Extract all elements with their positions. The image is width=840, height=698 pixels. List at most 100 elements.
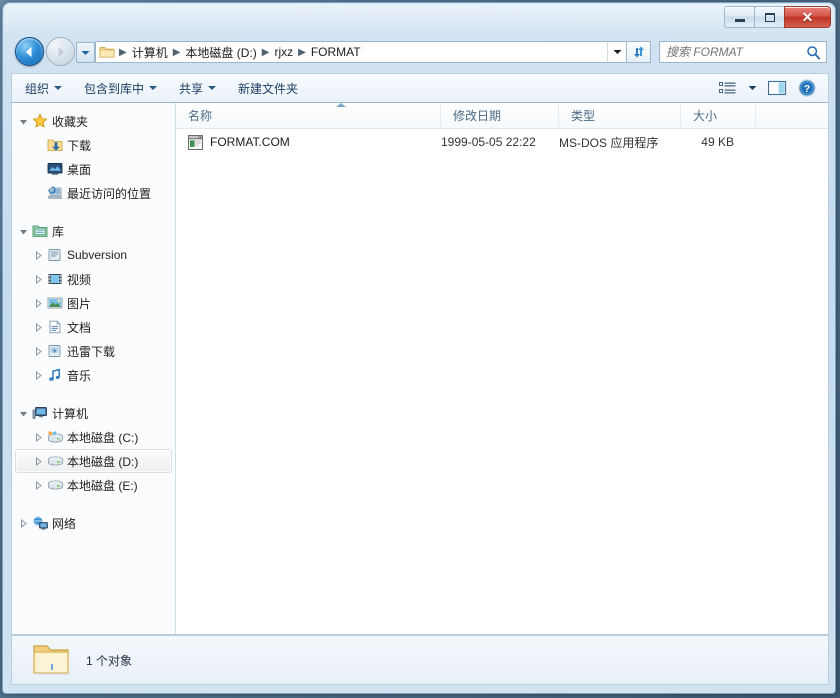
preview-pane-button[interactable] xyxy=(762,76,792,100)
toolbar-share-button[interactable]: 共享 xyxy=(170,76,225,100)
sidebar-item-thunder-download[interactable]: 迅雷下载 xyxy=(15,339,172,363)
toolbar-right-group: ? xyxy=(712,76,828,100)
breadcrumb-item-rjxz[interactable]: rjxz xyxy=(271,44,296,60)
collapse-triangle-icon[interactable] xyxy=(16,117,31,126)
sidebar-item-drive-d[interactable]: 本地磁盘 (D:) xyxy=(15,449,172,473)
breadcrumb-item-format[interactable]: FORMAT xyxy=(308,44,364,60)
file-size-cell: 49 KB xyxy=(701,135,734,149)
column-header-row: 名称 修改日期 类型 大小 xyxy=(176,103,828,129)
file-name-cell[interactable]: FORMAT.COM xyxy=(176,134,441,150)
folder-icon xyxy=(32,642,72,678)
system-drive-icon xyxy=(46,430,64,444)
back-arrow-icon xyxy=(26,46,32,57)
sidebar-item-subversion[interactable]: Subversion xyxy=(15,243,172,267)
toolbar-item-label: 共享 xyxy=(179,81,204,96)
help-icon: ? xyxy=(798,79,816,97)
downloads-icon xyxy=(46,138,64,153)
content-area: 收藏夹 下载 桌面 最近访问的位置 库 Subversion 视频 图片 文档 … xyxy=(11,103,829,635)
address-history-dropdown[interactable] xyxy=(607,41,627,63)
expand-triangle-icon[interactable] xyxy=(31,250,46,260)
address-bar[interactable]: ▶ 计算机 ▶ 本地磁盘 (D:) ▶ rjxz ▶ FORMAT xyxy=(95,41,607,63)
close-button[interactable]: ✕ xyxy=(784,6,831,28)
sidebar-item-label: 本地磁盘 (E:) xyxy=(67,478,138,493)
collapse-triangle-icon[interactable] xyxy=(16,409,31,418)
breadcrumb-separator: ▶ xyxy=(119,46,127,58)
table-row[interactable]: FORMAT.COM 1999-05-05 22:22 MS-DOS 应用程序 … xyxy=(176,129,828,155)
chevron-down-icon xyxy=(613,50,621,54)
sort-ascending-icon xyxy=(336,103,346,107)
recent-places-icon xyxy=(46,186,64,200)
sidebar-group-favorites[interactable]: 收藏夹 xyxy=(15,109,172,133)
view-options-button[interactable] xyxy=(712,76,742,100)
computer-icon xyxy=(31,406,49,420)
folder-icon xyxy=(99,45,115,59)
library-icon xyxy=(31,224,49,238)
expand-triangle-icon[interactable] xyxy=(31,432,46,442)
maximize-icon xyxy=(764,12,775,22)
sidebar-item-desktop[interactable]: 桌面 xyxy=(15,157,172,181)
toolbar-include-in-library-button[interactable]: 包含到库中 xyxy=(75,76,166,100)
column-header-label: 类型 xyxy=(571,109,596,123)
sidebar-group-computer[interactable]: 计算机 xyxy=(15,401,172,425)
sidebar-item-label: 最近访问的位置 xyxy=(67,186,152,201)
expand-triangle-icon[interactable] xyxy=(31,456,46,466)
breadcrumb-separator: ▶ xyxy=(261,46,270,58)
sidebar-item-videos[interactable]: 视频 xyxy=(15,267,172,291)
sidebar-item-label: 本地磁盘 (C:) xyxy=(67,430,139,445)
column-header-type[interactable]: 类型 xyxy=(559,103,681,128)
file-list-pane[interactable]: 名称 修改日期 类型 大小 FORMAT.COM 1999-05-05 22:2… xyxy=(176,103,828,634)
recent-pages-dropdown[interactable] xyxy=(76,42,95,63)
sidebar-item-downloads[interactable]: 下载 xyxy=(15,133,172,157)
help-button[interactable]: ? xyxy=(792,76,822,100)
collapse-triangle-icon[interactable] xyxy=(16,227,31,236)
view-options-dropdown[interactable] xyxy=(742,76,762,100)
sidebar-item-drive-e[interactable]: 本地磁盘 (E:) xyxy=(15,473,172,497)
status-bar: 1 个对象 xyxy=(11,635,829,685)
search-input[interactable] xyxy=(666,45,804,59)
sidebar-item-drive-c[interactable]: 本地磁盘 (C:) xyxy=(15,425,172,449)
chevron-down-icon xyxy=(54,86,63,90)
expand-triangle-icon[interactable] xyxy=(31,298,46,308)
column-header-label: 修改日期 xyxy=(453,109,502,123)
sidebar-item-label: 音乐 xyxy=(67,368,92,383)
expand-triangle-icon[interactable] xyxy=(16,518,31,528)
search-icon[interactable] xyxy=(806,45,821,60)
sidebar-group-network[interactable]: 网络 xyxy=(15,511,172,535)
toolbar-new-folder-button[interactable]: 新建文件夹 xyxy=(229,76,307,100)
sidebar-item-pictures[interactable]: 图片 xyxy=(15,291,172,315)
svg-text:?: ? xyxy=(804,83,810,95)
minimize-button[interactable] xyxy=(724,6,755,28)
expand-triangle-icon[interactable] xyxy=(31,370,46,380)
expand-triangle-icon[interactable] xyxy=(31,346,46,356)
breadcrumb-item-computer[interactable]: 计算机 xyxy=(129,43,171,62)
sidebar-item-recent-places[interactable]: 最近访问的位置 xyxy=(15,181,172,205)
sidebar-item-label: 本地磁盘 (D:) xyxy=(67,454,139,469)
navigation-pane[interactable]: 收藏夹 下载 桌面 最近访问的位置 库 Subversion 视频 图片 文档 … xyxy=(12,103,176,634)
column-header-date-modified[interactable]: 修改日期 xyxy=(441,103,559,128)
expand-triangle-icon[interactable] xyxy=(31,480,46,490)
column-header-size[interactable]: 大小 xyxy=(681,103,756,128)
breadcrumb-item-drive-d[interactable]: 本地磁盘 (D:) xyxy=(182,43,259,62)
toolbar-organize-button[interactable]: 组织 xyxy=(16,76,71,100)
maximize-button[interactable] xyxy=(754,6,785,28)
command-toolbar: 组织 包含到库中 共享 新建文件夹 ? xyxy=(11,73,829,103)
expand-triangle-icon[interactable] xyxy=(31,274,46,284)
sidebar-group-libraries[interactable]: 库 xyxy=(15,219,172,243)
back-button[interactable] xyxy=(15,37,44,66)
explorer-window: ✕ ▶ 计算机 ▶ 本地磁盘 (D:) ▶ rjxz ▶ FORMAT 搜索 F… xyxy=(2,2,836,694)
drive-icon xyxy=(46,454,64,468)
refresh-button[interactable] xyxy=(627,41,651,63)
list-view-icon xyxy=(718,82,735,94)
sidebar-item-music[interactable]: 音乐 xyxy=(15,363,172,387)
file-type-cell: MS-DOS 应用程序 xyxy=(559,135,659,150)
sidebar-group-label: 计算机 xyxy=(52,406,89,421)
column-header-filler xyxy=(756,103,828,128)
library-folder-icon xyxy=(46,248,64,262)
sidebar-item-documents[interactable]: 文档 xyxy=(15,315,172,339)
video-icon xyxy=(46,272,64,286)
search-box[interactable] xyxy=(659,41,827,63)
expand-triangle-icon[interactable] xyxy=(31,322,46,332)
forward-button[interactable] xyxy=(46,37,75,66)
column-header-name[interactable]: 名称 xyxy=(176,103,441,128)
